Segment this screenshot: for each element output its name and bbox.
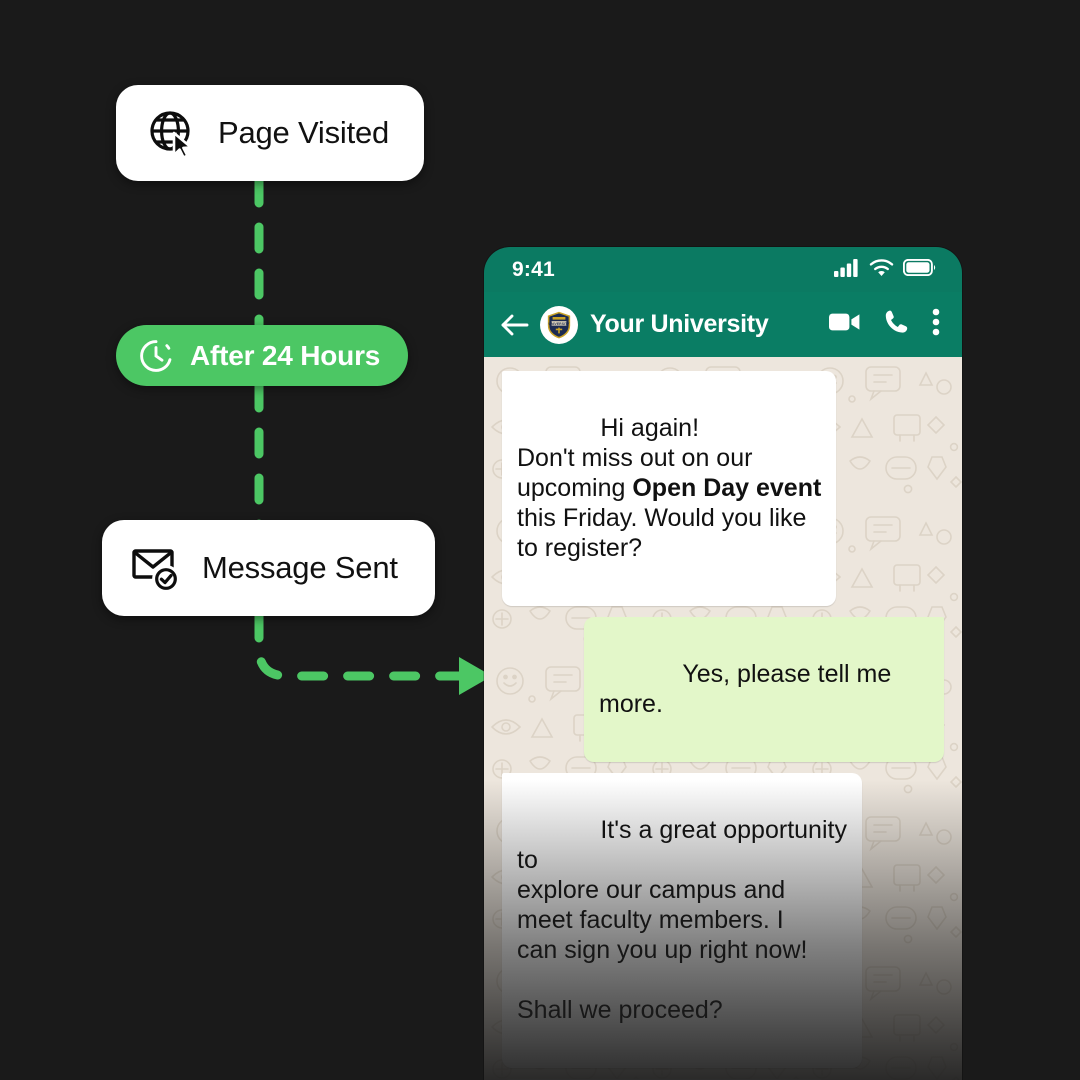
video-call-icon[interactable] <box>829 311 861 338</box>
connector-segment-3 <box>254 611 467 681</box>
message-row: Yes, please tell me more. <box>502 617 944 762</box>
message-text: Hi again! Don't miss out on our upcoming… <box>517 414 822 562</box>
status-bar: 9:41 <box>484 247 962 292</box>
wifi-icon <box>869 258 894 282</box>
chat-body: Hi again! Don't miss out on our upcoming… <box>484 357 962 1080</box>
signal-icon <box>834 258 860 282</box>
flow-step-label: Message Sent <box>202 550 398 585</box>
phone-mockup: 9:41 UNIVERSITY Your University Hi again… <box>484 247 962 1080</box>
clock-icon <box>138 338 174 374</box>
svg-text:UNIVERSITY: UNIVERSITY <box>548 321 570 325</box>
chat-title: Your University <box>590 310 769 338</box>
flow-step-after-24-hours[interactable]: After 24 Hours <box>116 325 408 386</box>
message-bubble-outgoing-1: Yes, please tell me more. <box>584 617 944 762</box>
message-text: It's a great opportunity to explore our … <box>517 816 847 1024</box>
flow-step-label: After 24 Hours <box>190 339 381 371</box>
avatar[interactable]: UNIVERSITY <box>540 305 578 344</box>
message-row: Hi again! Don't miss out on our upcoming… <box>502 371 944 606</box>
message-text: Yes, please tell me more. <box>599 660 899 718</box>
message-row: It's a great opportunity to explore our … <box>502 773 944 1068</box>
flow-step-message-sent[interactable]: Message Sent <box>102 520 435 616</box>
flow-step-label: Page Visited <box>218 115 390 150</box>
chat-header: UNIVERSITY Your University <box>484 292 962 357</box>
voice-call-icon[interactable] <box>884 309 909 340</box>
flow-step-page-visited[interactable]: Page Visited <box>116 85 424 181</box>
back-arrow-icon[interactable] <box>500 312 530 338</box>
globe-cursor-icon <box>146 107 198 159</box>
message-bubble-incoming-1: Hi again! Don't miss out on our upcoming… <box>502 371 837 606</box>
message-list: Hi again! Don't miss out on our upcoming… <box>484 357 962 1080</box>
envelope-check-icon <box>130 541 184 595</box>
scene: Page Visited After 24 Hours Message Sent… <box>0 0 1080 1080</box>
overflow-menu-icon[interactable] <box>932 308 940 341</box>
message-bubble-incoming-2: It's a great opportunity to explore our … <box>502 773 862 1068</box>
battery-icon <box>902 258 936 281</box>
status-bar-time: 9:41 <box>512 257 555 281</box>
